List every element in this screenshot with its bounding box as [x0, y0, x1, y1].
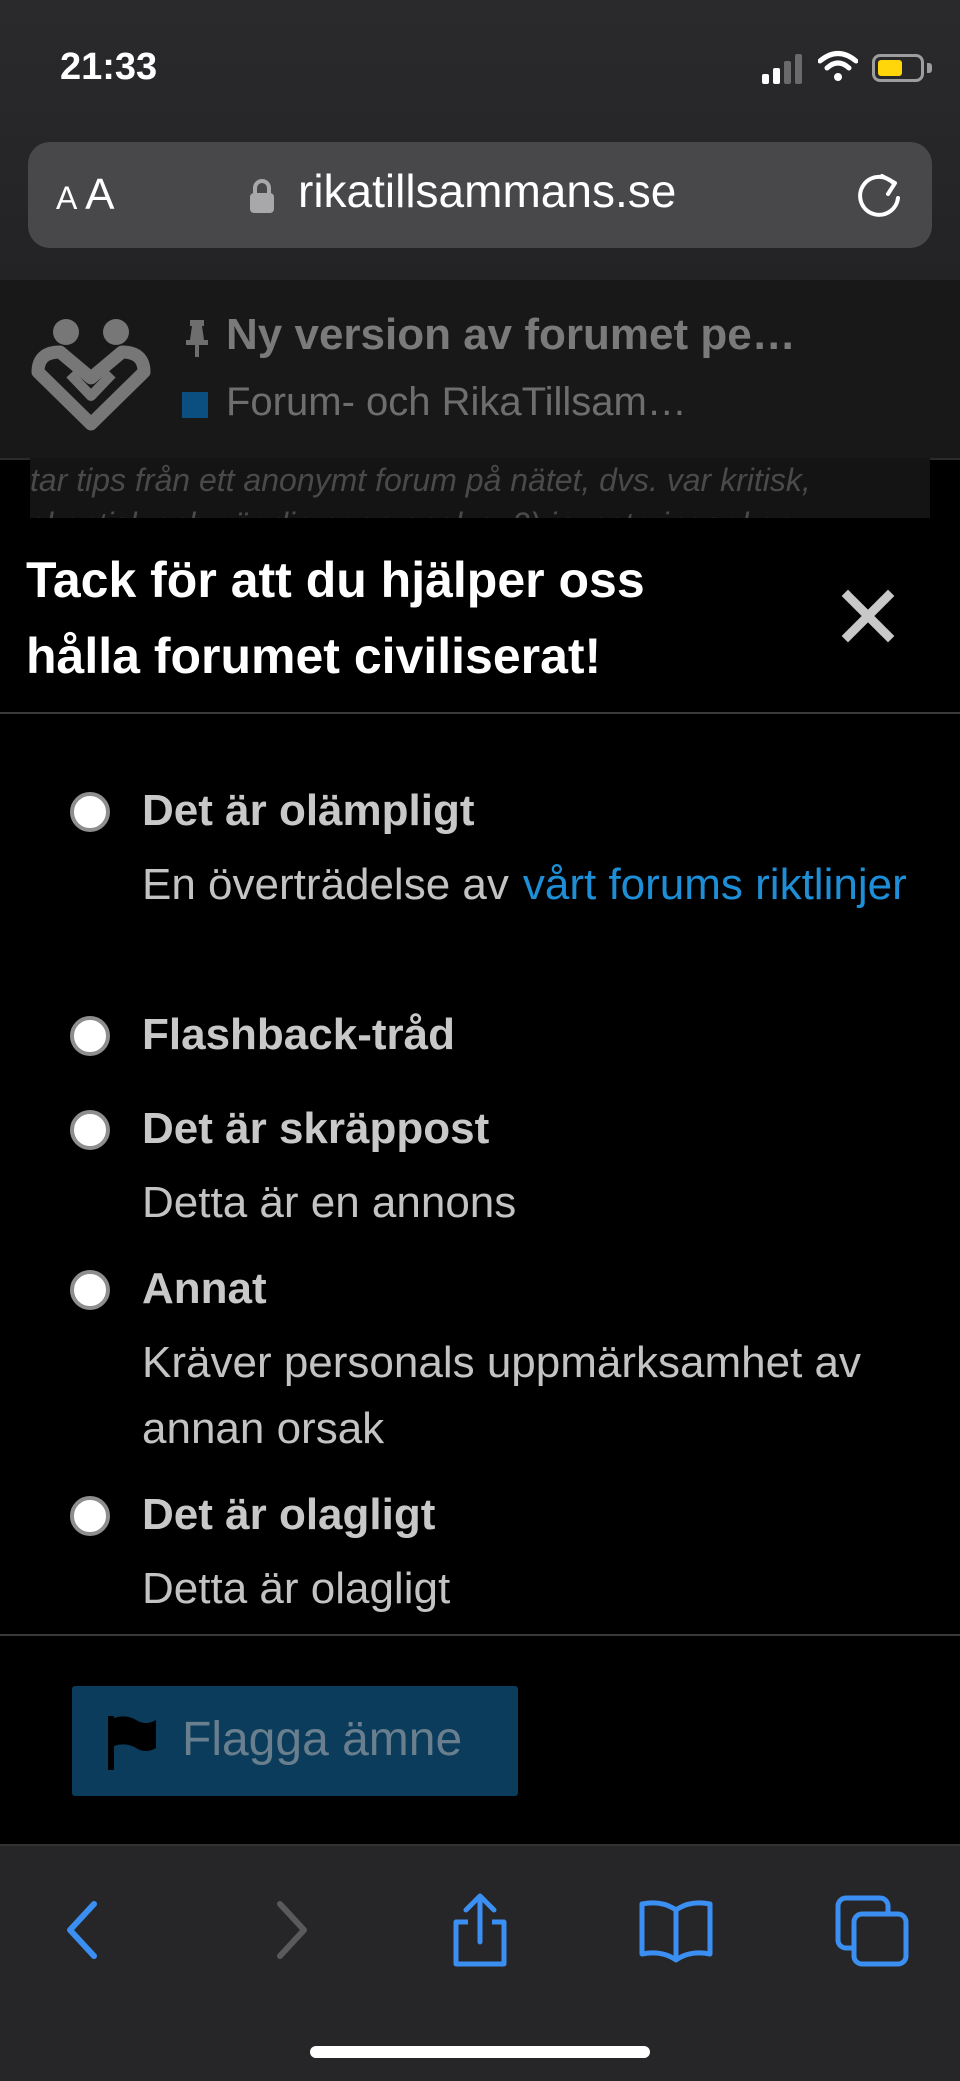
url-text[interactable]: rikatillsammans.se	[298, 164, 676, 218]
category-color-badge	[182, 392, 208, 418]
share-icon[interactable]	[442, 1892, 518, 1968]
home-indicator[interactable]	[310, 2046, 650, 2058]
flag-topic-label: Flagga ämne	[182, 1713, 463, 1766]
battery-nub	[927, 63, 932, 73]
battery-icon	[872, 54, 924, 82]
modal-footer-divider	[0, 1634, 960, 1636]
option-description: Kräver personals uppmärksamhet av annan …	[142, 1338, 861, 1453]
pinned-icon	[186, 320, 208, 357]
category-label[interactable]: Forum- och RikaTillsam…	[226, 380, 687, 425]
text-size-label-large: A	[85, 170, 114, 219]
flag-topic-button[interactable]: Flagga ämne	[72, 1686, 518, 1796]
option-description: Detta är en annons	[142, 1178, 517, 1227]
wifi-icon	[818, 51, 858, 81]
option-title: Det är olämpligt	[142, 786, 475, 835]
text-size-label: A	[56, 180, 77, 216]
post-excerpt: tar tips från ett anonymt forum på nätet…	[30, 458, 930, 518]
bookmarks-icon[interactable]	[638, 1892, 714, 1968]
option-title: Annat	[142, 1264, 267, 1313]
site-logo-icon[interactable]	[30, 312, 152, 434]
option-description: En överträdelse av vårt forums riktlinjer	[142, 852, 912, 918]
radio-button[interactable]	[70, 792, 110, 832]
text-size-button[interactable]: A A	[56, 170, 115, 220]
lock-icon	[250, 179, 274, 213]
flag-icon	[108, 1716, 156, 1770]
radio-button[interactable]	[70, 1270, 110, 1310]
option-title: Flashback-tråd	[142, 1010, 455, 1059]
option-description-text: En överträdelse av	[142, 860, 509, 909]
radio-button[interactable]	[70, 1016, 110, 1056]
option-title: Det är skräppost	[142, 1104, 490, 1153]
modal-header-divider	[0, 712, 960, 714]
guidelines-link[interactable]: vårt forums riktlinjer	[523, 860, 907, 909]
option-description: Detta är olagligt	[142, 1564, 451, 1613]
radio-button[interactable]	[70, 1496, 110, 1536]
option-title: Det är olagligt	[142, 1490, 436, 1539]
topic-title[interactable]: Ny version av forumet pe…	[226, 310, 796, 360]
flag-modal: Tack för att du hjälper oss hålla forume…	[0, 518, 960, 1844]
forward-icon[interactable]	[250, 1892, 326, 1968]
status-time: 21:33	[60, 46, 158, 88]
modal-title: Tack för att du hjälper oss hålla forume…	[26, 552, 645, 684]
forum-header: Ny version av forumet pe… Forum- och Rik…	[0, 280, 960, 460]
close-icon[interactable]	[840, 588, 896, 644]
address-bar[interactable]: A A rikatillsammans.se	[28, 142, 932, 248]
battery-level	[878, 60, 902, 76]
radio-button[interactable]	[70, 1110, 110, 1150]
cellular-signal-icon	[762, 54, 802, 84]
back-icon[interactable]	[48, 1892, 124, 1968]
tabs-icon[interactable]	[834, 1892, 910, 1968]
reload-icon[interactable]	[852, 168, 906, 222]
browser-chrome: 21:33 A A rikatillsammans.se	[0, 0, 960, 280]
